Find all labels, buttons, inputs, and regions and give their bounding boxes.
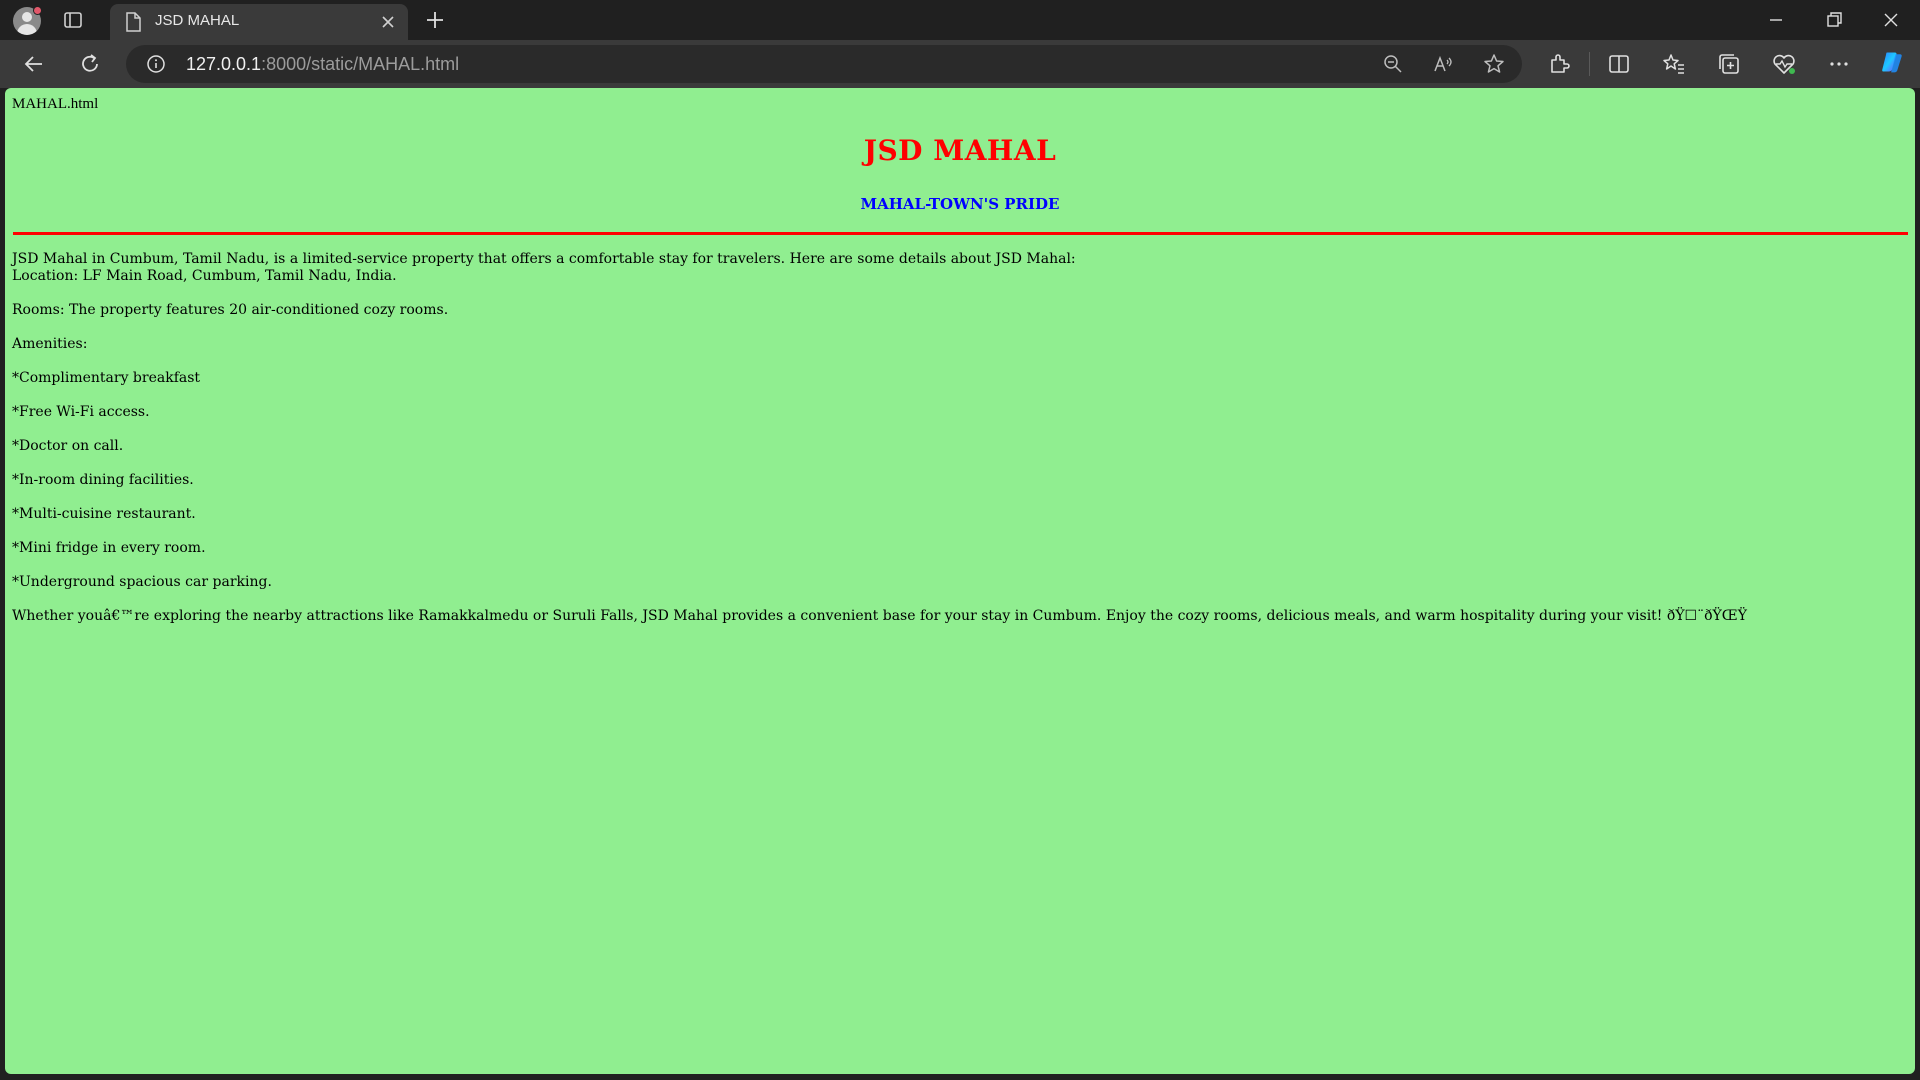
location-paragraph: Location: LF Main Road, Cumbum, Tamil Na… (12, 268, 397, 284)
tab-actions-icon[interactable] (62, 9, 84, 31)
address-bar[interactable]: 127.0.0.1:8000/static/MAHAL.html (126, 45, 1522, 83)
amenity-item: *Underground spacious car parking. (12, 574, 272, 590)
amenity-item: *Multi-cuisine restaurant. (12, 506, 196, 522)
copilot-icon[interactable] (1879, 49, 1909, 79)
page-title: JSD MAHAL (863, 134, 1057, 167)
amenity-item: *In-room dining facilities. (12, 472, 194, 488)
close-tab-icon[interactable] (380, 14, 396, 30)
url-text[interactable]: 127.0.0.1:8000/static/MAHAL.html (186, 54, 459, 75)
amenity-item: *Doctor on call. (12, 438, 124, 454)
collections-icon[interactable] (1716, 51, 1742, 77)
close-window-icon[interactable] (1879, 8, 1903, 32)
page-subtitle: MAHAL-TOWN'S PRIDE (860, 195, 1060, 213)
favorite-star-icon[interactable] (1483, 53, 1505, 75)
url-path: :8000/static/MAHAL.html (261, 54, 460, 74)
extensions-icon[interactable] (1546, 51, 1572, 77)
url-host: 127.0.0.1 (186, 54, 262, 74)
browser-title-bar: JSD MAHAL (0, 0, 1920, 40)
tab-active[interactable]: JSD MAHAL (110, 4, 408, 40)
amenities-heading: Amenities: (12, 336, 88, 352)
zoom-out-icon[interactable] (1382, 53, 1404, 75)
favorites-icon[interactable] (1661, 51, 1687, 77)
more-options-icon[interactable] (1826, 51, 1852, 77)
page-body: JSD Mahal in Cumbum, Tamil Nadu, is a li… (12, 251, 1902, 642)
restore-icon[interactable] (1822, 8, 1846, 32)
tab-title: JSD MAHAL (155, 12, 240, 29)
amenity-item: *Complimentary breakfast (12, 370, 201, 386)
intro-paragraph: JSD Mahal in Cumbum, Tamil Nadu, is a li… (12, 251, 1076, 267)
read-aloud-icon[interactable] (1432, 53, 1454, 75)
amenity-item: *Free Wi-Fi access. (12, 404, 150, 420)
amenity-item: *Mini fridge in every room. (12, 540, 206, 556)
new-tab-button[interactable] (424, 9, 446, 31)
site-info-icon[interactable] (146, 54, 166, 74)
back-arrow-icon[interactable] (21, 51, 47, 77)
refresh-icon[interactable] (77, 51, 103, 77)
file-name-label: MAHAL.html (12, 96, 99, 112)
page-icon (124, 12, 142, 32)
horizontal-rule (13, 232, 1908, 235)
closing-paragraph: Whether youâ€™re exploring the nearby at… (12, 608, 1747, 624)
notification-dot-icon (33, 6, 42, 15)
browser-toolbar: 127.0.0.1:8000/static/MAHAL.html (0, 40, 1920, 88)
minimize-icon[interactable] (1764, 8, 1788, 32)
split-screen-icon[interactable] (1606, 51, 1632, 77)
browser-essentials-icon[interactable] (1771, 51, 1797, 77)
rooms-paragraph: Rooms: The property features 20 air-cond… (12, 302, 449, 318)
toolbar-divider (1589, 52, 1590, 76)
page-viewport: MAHAL.html JSD MAHAL MAHAL-TOWN'S PRIDE … (5, 88, 1915, 1074)
